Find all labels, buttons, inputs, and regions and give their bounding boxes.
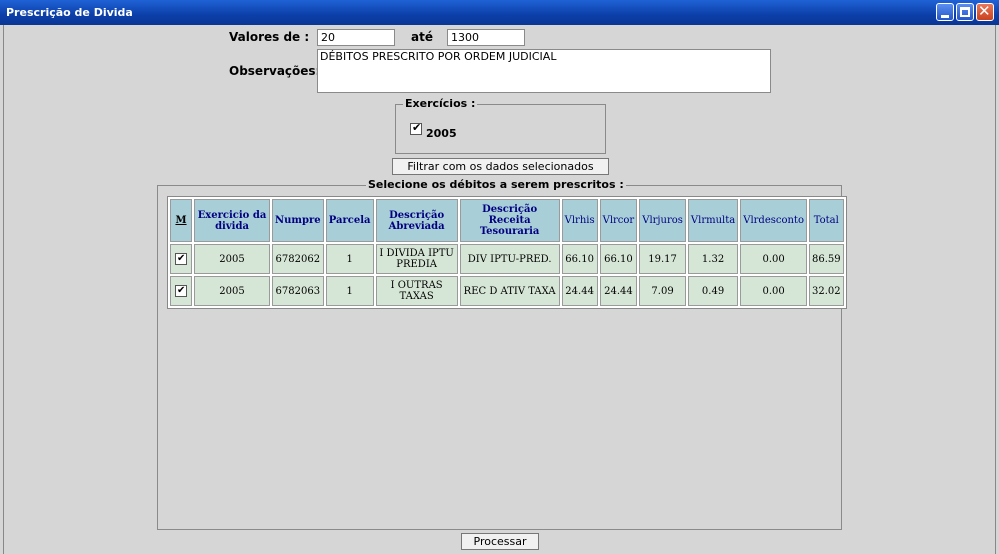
col-vlrmulta-header[interactable]: Vlrmulta	[687, 199, 739, 242]
cell-parcela: 1	[325, 244, 374, 274]
table-header-row: M Exercicio da divida Numpre Parcela Des…	[170, 199, 844, 242]
col-vlrhis-header[interactable]: Vlrhis	[561, 199, 598, 242]
col-parcela-header[interactable]: Parcela	[325, 199, 374, 242]
checkmark-icon: ✔	[177, 253, 186, 264]
close-button[interactable]: ✕	[976, 2, 994, 21]
col-descricao-receita-header[interactable]: Descrição Receita Tesouraria	[459, 199, 560, 242]
cell-exercicio: 2005	[194, 244, 270, 274]
valores-label: Valores de :	[229, 30, 310, 44]
cell-descricao-receita: DIV IPTU-PRED.	[459, 244, 560, 274]
exercicio-2005-checkbox[interactable]: ✔	[410, 121, 422, 135]
cell-vlrmulta: 1.32	[687, 244, 739, 274]
cell-numpre: 6782062	[272, 244, 324, 274]
filtrar-button[interactable]: Filtrar com os dados selecionados	[392, 158, 609, 175]
cell-descricao-abrev: I OUTRAS TAXAS	[375, 276, 458, 306]
valor-min-input[interactable]: 20	[317, 29, 395, 46]
col-vlrjuros-header[interactable]: Vlrjuros	[639, 199, 686, 242]
cell-total: 86.59	[808, 244, 844, 274]
cell-vlrjuros: 19.17	[639, 244, 686, 274]
cell-vlrdesconto: 0.00	[740, 276, 807, 306]
cell-parcela: 1	[325, 276, 374, 306]
cell-descricao-receita: REC D ATIV TAXA	[459, 276, 560, 306]
cell-vlrcor: 66.10	[599, 244, 638, 274]
checkmark-icon: ✔	[177, 285, 186, 296]
col-m-header[interactable]: M	[170, 199, 192, 242]
cell-total: 32.02	[808, 276, 844, 306]
cell-vlrhis: 66.10	[561, 244, 598, 274]
valor-max-input[interactable]: 1300	[447, 29, 525, 46]
cell-exercicio: 2005	[194, 276, 270, 306]
cell-vlrmulta: 0.49	[687, 276, 739, 306]
cell-numpre: 6782063	[272, 276, 324, 306]
cell-vlrdesconto: 0.00	[740, 244, 807, 274]
window-title: Prescrição de Divida	[6, 6, 133, 19]
row-checkbox-cell[interactable]: ✔	[170, 244, 192, 274]
title-bar[interactable]: Prescrição de Divida ✕	[0, 0, 999, 25]
col-descricao-abrev-header[interactable]: Descrição Abreviada	[375, 199, 458, 242]
maximize-button[interactable]	[956, 3, 974, 21]
exercicio-2005-label: 2005	[426, 127, 457, 140]
table-row[interactable]: ✔ 2005 6782063 1 I OUTRAS TAXAS REC D AT…	[170, 276, 844, 306]
col-total-header[interactable]: Total	[808, 199, 844, 242]
debitos-legend: Selecione os débitos a serem prescritos …	[366, 178, 626, 191]
checkmark-icon: ✔	[412, 121, 422, 134]
observacoes-textarea[interactable]: DÉBITOS PRESCRITO POR ORDEM JUDICIAL	[317, 49, 771, 93]
maximize-icon	[960, 7, 970, 17]
cell-vlrjuros: 7.09	[639, 276, 686, 306]
observacoes-label: Observações:	[229, 64, 321, 78]
row-checkbox[interactable]: ✔	[175, 285, 187, 297]
col-vlrdesconto-header[interactable]: Vlrdesconto	[740, 199, 807, 242]
col-exercicio-header[interactable]: Exercicio da divida	[194, 199, 270, 242]
cell-vlrcor: 24.44	[599, 276, 638, 306]
minimize-button[interactable]	[936, 3, 954, 21]
close-icon: ✕	[978, 2, 991, 20]
debitos-table: M Exercicio da divida Numpre Parcela Des…	[167, 196, 847, 309]
minimize-icon	[941, 15, 949, 18]
cell-descricao-abrev: I DIVIDA IPTU PREDIA	[375, 244, 458, 274]
row-checkbox-cell[interactable]: ✔	[170, 276, 192, 306]
cell-vlrhis: 24.44	[561, 276, 598, 306]
col-numpre-header[interactable]: Numpre	[272, 199, 324, 242]
exercicios-legend: Exercícios :	[403, 97, 478, 110]
table-row[interactable]: ✔ 2005 6782062 1 I DIVIDA IPTU PREDIA DI…	[170, 244, 844, 274]
row-checkbox[interactable]: ✔	[175, 253, 187, 265]
col-vlrcor-header[interactable]: Vlrcor	[599, 199, 638, 242]
ate-label: até	[411, 30, 433, 44]
processar-button[interactable]: Processar	[461, 533, 539, 550]
